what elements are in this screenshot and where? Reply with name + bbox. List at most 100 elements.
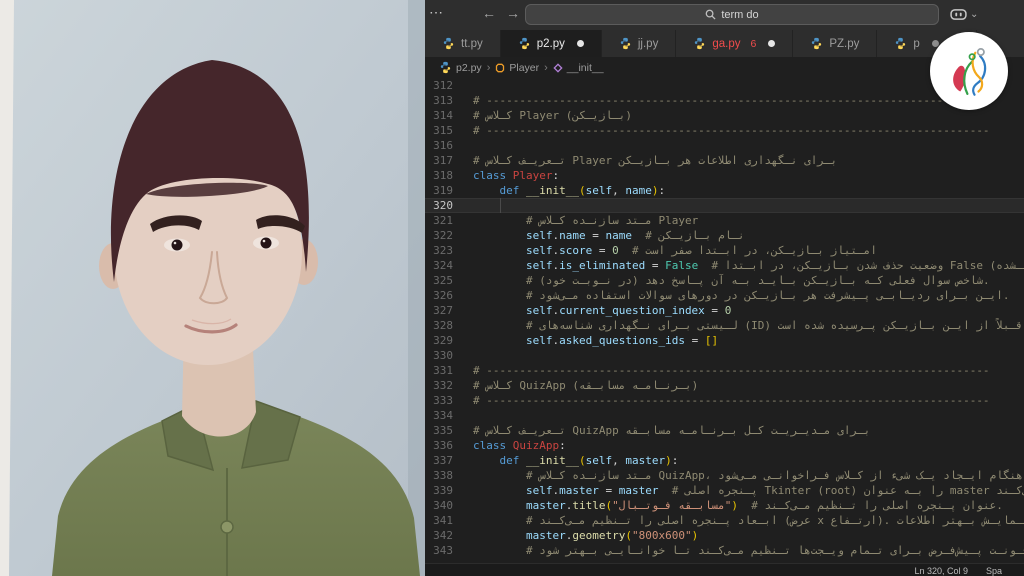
code-line-327[interactable]: 327 self.current_question_index = 0	[425, 303, 1024, 318]
line-number: 313	[425, 93, 473, 108]
code-line-341[interactable]: 341 # ابـعاد پـنجره اصلی را تـنظیم مـی‌ک…	[425, 513, 1024, 528]
shirt-button	[221, 521, 233, 533]
forward-button[interactable]: →	[501, 5, 525, 21]
line-number: 335	[425, 423, 473, 438]
breadcrumb-item-__init__[interactable]: __init__	[553, 62, 604, 74]
code-line-317[interactable]: 317# تـعریـف کـلاس Player بـرای نـگهداری…	[425, 153, 1024, 168]
line-number: 332	[425, 378, 473, 393]
tab-PZ.py[interactable]: PZ.py	[793, 30, 877, 57]
status-bar: Ln 320, Col 9 Spa	[425, 563, 1024, 576]
line-number: 318	[425, 168, 473, 183]
back-button[interactable]: ←	[477, 5, 501, 21]
line-content: master.title("مسابـقه فـوتـبال") # عنوان…	[473, 498, 1024, 513]
screenshot-root: ⋯ ←→ term do ⌄ tt.pyp2.pyjj.pyga.	[0, 0, 1024, 576]
tab-label: jj.py	[638, 38, 658, 50]
code-line-340[interactable]: 340 master.title("مسابـقه فـوتـبال") # ع…	[425, 498, 1024, 513]
line-content	[473, 198, 1024, 213]
line-content	[473, 348, 1024, 363]
python-file-icon	[619, 37, 632, 50]
code-line-319[interactable]: 319 def __init__(self, name):	[425, 183, 1024, 198]
tab-error-count: 6	[750, 38, 756, 50]
command-center-search[interactable]: term do	[525, 4, 939, 25]
code-line-337[interactable]: 337 def __init__(self, master):	[425, 453, 1024, 468]
line-number: 341	[425, 513, 473, 528]
search-text: term do	[721, 9, 758, 21]
line-number: 312	[425, 78, 473, 93]
modified-dot	[768, 40, 775, 47]
indent-status[interactable]: Spa	[986, 566, 1002, 576]
code-line-333[interactable]: 333# -----------------------------------…	[425, 393, 1024, 408]
line-content: # شاخص سوال فعلی کـه بـازیـکن بـایـد بـه…	[473, 273, 1024, 288]
code-line-338[interactable]: 338 # مـتد سازنـده کـلاس QuizApp، هنگام …	[425, 468, 1024, 483]
code-line-316[interactable]: 316	[425, 138, 1024, 153]
code-line-324[interactable]: 324 self.is_eliminated = False # وضعیت ح…	[425, 258, 1024, 273]
line-content: # --------------------------------------…	[473, 363, 1024, 378]
line-number: 320	[425, 198, 473, 213]
code-line-315[interactable]: 315# -----------------------------------…	[425, 123, 1024, 138]
line-number: 340	[425, 498, 473, 513]
chevron-down-icon: ⌄	[970, 11, 978, 19]
line-content: # ایـن بـرای ردیـابـی پـیشرفت هر بـازیـک…	[473, 288, 1024, 303]
line-content: # کـلاس QuizApp (بـرنـامـه مسابـقه)	[473, 378, 1024, 393]
line-content: self.master = master # پـنجره اصلی Tkint…	[473, 483, 1024, 498]
code-line-332[interactable]: 332# کـلاس QuizApp (بـرنـامـه مسابـقه)	[425, 378, 1024, 393]
python-file-icon	[693, 37, 706, 50]
code-line-314[interactable]: 314# کـلاس Player (بـازیـکن)	[425, 108, 1024, 123]
code-line-328[interactable]: 328 # لـیستی بـرای نـگهداری شناسه‌های (I…	[425, 318, 1024, 333]
line-content	[473, 138, 1024, 153]
line-content: # --------------------------------------…	[473, 393, 1024, 408]
code-line-339[interactable]: 339 self.master = master # پـنجره اصلی T…	[425, 483, 1024, 498]
copilot-button[interactable]: ⌄	[950, 8, 978, 21]
line-number: 333	[425, 393, 473, 408]
method-symbol-icon	[553, 63, 563, 73]
tab-label: p	[913, 38, 919, 50]
code-line-334[interactable]: 334	[425, 408, 1024, 423]
line-number: 343	[425, 543, 473, 558]
line-number: 336	[425, 438, 473, 453]
code-line-321[interactable]: 321 # مـتد سازنـده کـلاس Player	[425, 213, 1024, 228]
portrait-photo	[0, 0, 425, 576]
line-content: # لـیستی بـرای نـگهداری شناسه‌های (ID) س…	[473, 318, 1024, 333]
code-line-326[interactable]: 326 # ایـن بـرای ردیـابـی پـیشرفت هر بـا…	[425, 288, 1024, 303]
line-number: 323	[425, 243, 473, 258]
code-line-320[interactable]: 320	[425, 198, 1024, 213]
code-line-336[interactable]: 336class QuizApp:	[425, 438, 1024, 453]
tab-ga.py[interactable]: ga.py6	[676, 30, 793, 57]
tab-label: tt.py	[461, 38, 483, 50]
line-number: 334	[425, 408, 473, 423]
code-line-322[interactable]: 322 self.name = name # نـام بـازیـکن	[425, 228, 1024, 243]
line-number: 338	[425, 468, 473, 483]
python-file-icon	[439, 61, 452, 74]
code-line-329[interactable]: 329 self.asked_questions_ids = []	[425, 333, 1024, 348]
portrait-illustration	[0, 0, 425, 576]
tab-tt.py[interactable]: tt.py	[425, 30, 501, 57]
breadcrumb-item-p2.py[interactable]: p2.py	[439, 61, 482, 74]
code-line-323[interactable]: 323 self.score = 0 # امـتیاز بـازیـکن، د…	[425, 243, 1024, 258]
code-line-325[interactable]: 325 # شاخص سوال فعلی کـه بـازیـکن بـایـد…	[425, 273, 1024, 288]
tab-jj.py[interactable]: jj.py	[602, 30, 676, 57]
breadcrumb-separator: ›	[544, 62, 548, 74]
line-number: 315	[425, 123, 473, 138]
code-line-313[interactable]: 313# -----------------------------------…	[425, 93, 1024, 108]
code-line-318[interactable]: 318class Player:	[425, 168, 1024, 183]
overflow-menu-icon[interactable]: ⋯	[429, 4, 444, 21]
line-number: 324	[425, 258, 473, 273]
code-editor[interactable]: 312313# --------------------------------…	[425, 78, 1024, 563]
code-line-342[interactable]: 342 master.geometry("800x600")	[425, 528, 1024, 543]
breadcrumb-item-Player[interactable]: Player	[495, 62, 539, 74]
line-content: self.score = 0 # امـتیاز بـازیـکن، در اب…	[473, 243, 1024, 258]
line-content: # مـتد سازنـده کـلاس QuizApp، هنگام ایـج…	[473, 468, 1024, 483]
tab-p2.py[interactable]: p2.py	[501, 30, 602, 57]
code-line-330[interactable]: 330	[425, 348, 1024, 363]
line-number: 339	[425, 483, 473, 498]
line-content: class QuizApp:	[473, 438, 1024, 453]
line-content: # مـتد سازنـده کـلاس Player	[473, 213, 1024, 228]
code-line-335[interactable]: 335# تـعریـف کـلاس QuizApp بـرای مـدیـری…	[425, 423, 1024, 438]
class-symbol-icon	[495, 63, 505, 73]
code-line-331[interactable]: 331# -----------------------------------…	[425, 363, 1024, 378]
line-content: # کـلاس Player (بـازیـکن)	[473, 108, 1024, 123]
cursor-position[interactable]: Ln 320, Col 9	[914, 566, 968, 576]
line-content: self.name = name # نـام بـازیـکن	[473, 228, 1024, 243]
code-line-343[interactable]: 343 # یـک فـونـت پـیش‌فـرض بـرای تـمام و…	[425, 543, 1024, 558]
copilot-icon	[950, 8, 967, 21]
